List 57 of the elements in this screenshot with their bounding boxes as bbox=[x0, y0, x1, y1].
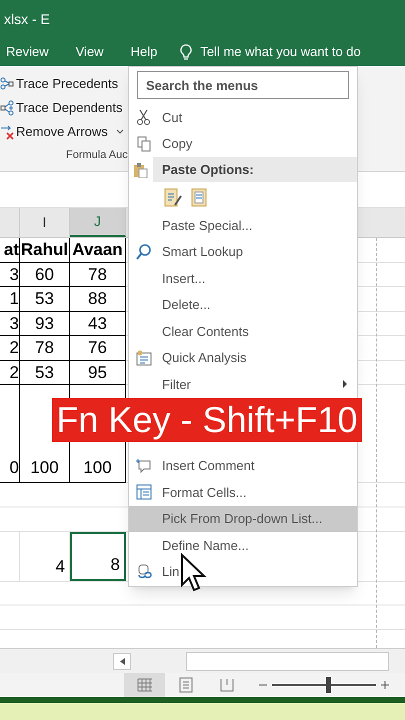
remove-arrows-icon bbox=[0, 124, 14, 140]
zoom-slider[interactable] bbox=[272, 677, 376, 693]
menu-item[interactable]: Insert... bbox=[129, 265, 357, 292]
menu-item[interactable]: Cut bbox=[129, 104, 357, 130]
window-title: xlsx - E bbox=[4, 10, 50, 28]
grid-icon bbox=[136, 676, 154, 694]
clipboard-icon bbox=[133, 162, 149, 178]
caption-banner: Fn Key - Shift+F10 bbox=[52, 398, 362, 442]
caret-right-icon bbox=[343, 380, 347, 388]
ribbon-command[interactable]: Trace Precedents bbox=[0, 74, 118, 94]
magnifier-icon bbox=[136, 244, 152, 260]
clipboard-brush-icon bbox=[163, 186, 183, 208]
menu-item[interactable]: Format Cells... bbox=[129, 479, 357, 506]
trace-dependents-icon bbox=[0, 100, 14, 116]
zoom-in-icon bbox=[381, 681, 389, 689]
table-cell[interactable]: 4 bbox=[20, 532, 70, 581]
tell-me-search[interactable]: Tell me what you want to do bbox=[200, 42, 361, 62]
menu-item[interactable]: Filter bbox=[129, 371, 357, 398]
ribbon-tab[interactable]: View bbox=[76, 42, 104, 62]
trace-precedents-icon bbox=[0, 76, 14, 92]
paste-values-button[interactable] bbox=[191, 186, 207, 208]
table-cell[interactable]: 8 bbox=[70, 532, 126, 581]
menu-item[interactable]: Smart Lookup bbox=[129, 238, 357, 265]
caret-left-icon bbox=[120, 658, 124, 664]
menu-item[interactable]: Pick From Drop-down List... bbox=[129, 506, 357, 532]
comment-icon bbox=[136, 458, 152, 474]
horizontal-scrollbar[interactable] bbox=[186, 652, 389, 670]
ribbon-command[interactable]: Trace Dependents bbox=[0, 98, 122, 118]
menu-item[interactable]: Lin bbox=[129, 558, 357, 585]
menu-item[interactable]: Insert Comment bbox=[129, 452, 357, 479]
table-cell: 0 bbox=[0, 385, 20, 483]
menu-item[interactable]: Copy bbox=[129, 130, 357, 157]
chevron-down-icon bbox=[116, 129, 124, 135]
link-icon bbox=[136, 564, 152, 580]
clipboard-icon bbox=[191, 186, 207, 208]
menu-item[interactable]: Paste Special... bbox=[129, 212, 357, 238]
menu-item[interactable]: Define Name... bbox=[129, 532, 357, 558]
ribbon-command[interactable]: Remove Arrows bbox=[0, 122, 108, 142]
ribbon-tab[interactable]: Review bbox=[6, 42, 49, 62]
chart-card-icon bbox=[136, 350, 152, 366]
column-header[interactable]: J bbox=[70, 208, 126, 237]
scroll-left-button[interactable] bbox=[113, 652, 131, 670]
menu-section-header: Paste Options: bbox=[153, 157, 357, 182]
ribbon-group-label: Formula Auc bbox=[66, 149, 128, 161]
view-button[interactable] bbox=[124, 673, 165, 697]
menu-item[interactable]: Clear Contents bbox=[129, 318, 357, 344]
paste-formatting-button[interactable] bbox=[163, 186, 183, 208]
search-field[interactable]: Search the menus bbox=[137, 71, 349, 99]
menu-item[interactable]: Delete... bbox=[129, 292, 357, 318]
copy-icon bbox=[136, 136, 152, 152]
format-cells-icon bbox=[136, 484, 152, 500]
ribbon-tab[interactable]: Help bbox=[130, 42, 158, 62]
lightbulb-icon bbox=[180, 44, 192, 60]
page-icon bbox=[176, 676, 194, 694]
menu-item[interactable]: Quick Analysis bbox=[129, 344, 357, 371]
page-break-icon bbox=[218, 676, 236, 694]
scissors-icon bbox=[136, 109, 152, 126]
